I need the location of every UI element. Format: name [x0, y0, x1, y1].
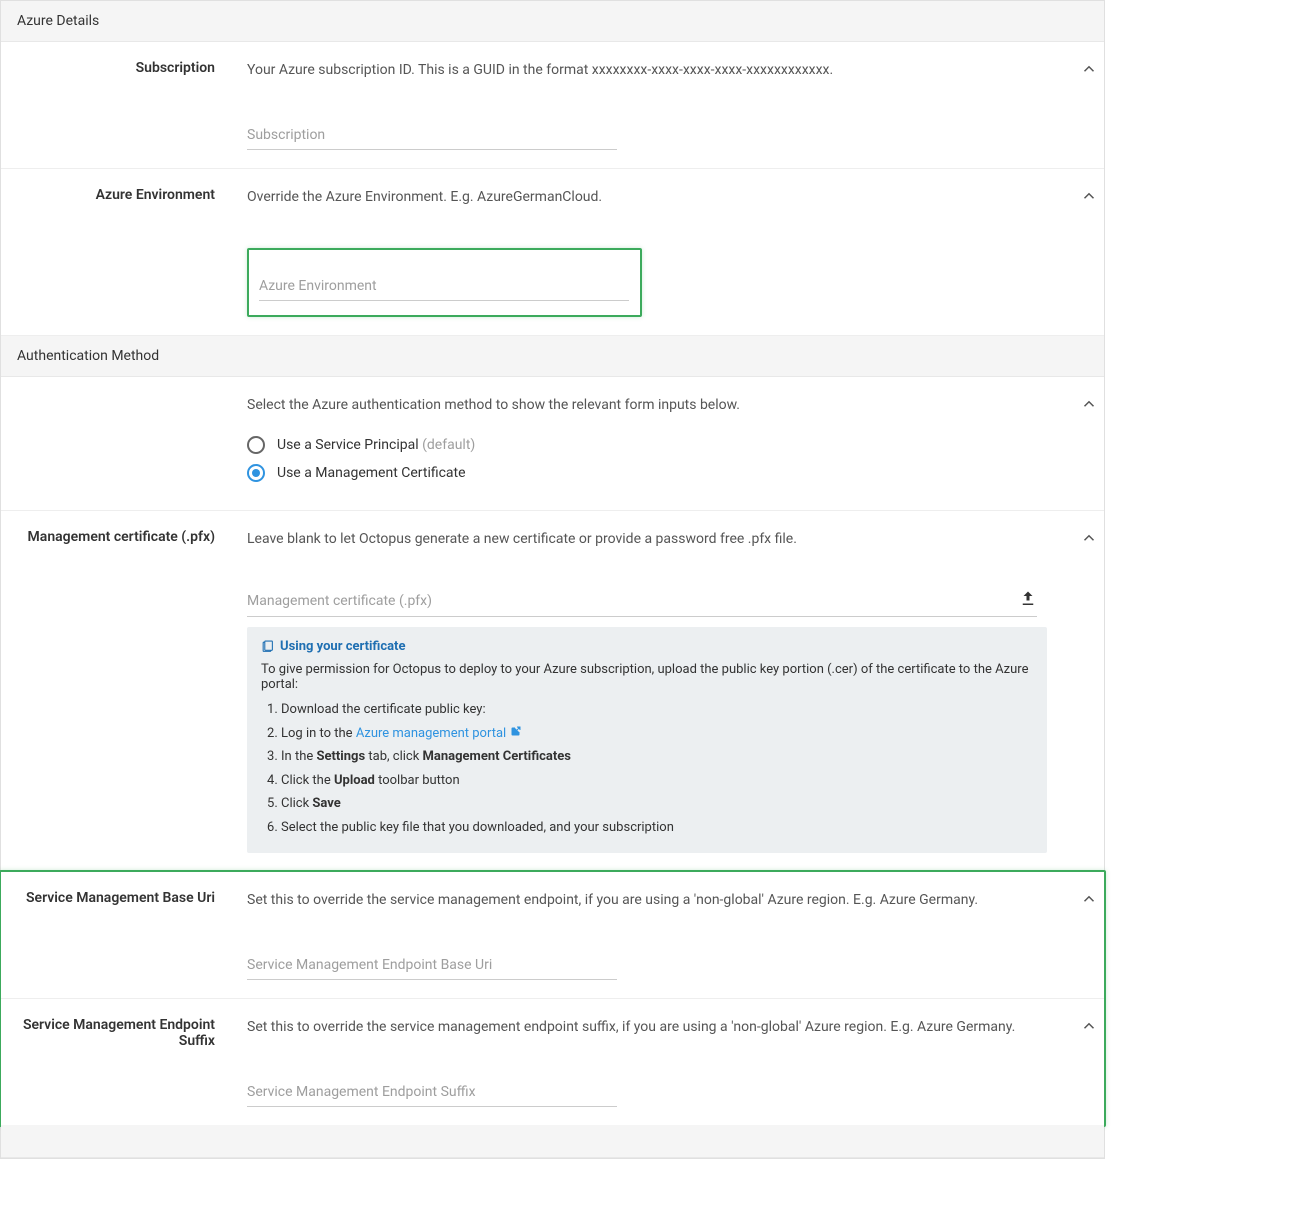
svc-base-uri-input[interactable] [247, 951, 617, 980]
radio-icon [247, 464, 265, 482]
info-intro: To give permission for Octopus to deploy… [261, 662, 1033, 692]
section-footer [1, 1125, 1104, 1158]
info-title: Using your certificate [261, 639, 1033, 654]
info-steps: Download the certificate public key: Log… [261, 700, 1033, 837]
subscription-input[interactable] [247, 121, 617, 150]
radio-label: Use a Service Principal (default) [277, 437, 475, 453]
azure-environment-input[interactable] [259, 272, 629, 301]
label-svc-suffix: Service Management Endpoint Suffix [1, 999, 231, 1125]
info-step-4: Click the Upload toolbar button [281, 771, 1033, 791]
row-svc-suffix: Service Management Endpoint Suffix Set t… [1, 999, 1104, 1125]
radio-label: Use a Management Certificate [277, 465, 466, 481]
collapse-icon[interactable] [1080, 1017, 1098, 1039]
description-auth-method: Select the Azure authentication method t… [247, 395, 1088, 416]
collapse-icon[interactable] [1080, 60, 1098, 82]
info-step-3: In the Settings tab, click Management Ce… [281, 747, 1033, 767]
collapse-icon[interactable] [1080, 395, 1098, 417]
collapse-icon[interactable] [1080, 187, 1098, 209]
info-step-2: Log in to the Azure management portal [281, 724, 1033, 744]
note-icon [261, 640, 274, 653]
label-svc-base-uri: Service Management Base Uri [1, 872, 231, 998]
row-auth-method: Select the Azure authentication method t… [1, 377, 1104, 511]
row-subscription: Subscription Your Azure subscription ID.… [1, 42, 1104, 169]
svc-suffix-input[interactable] [247, 1078, 617, 1107]
info-box-certificate: Using your certificate To give permissio… [247, 627, 1047, 853]
label-mgmt-cert: Management certificate (.pfx) [1, 511, 231, 871]
section-header-azure-details: Azure Details [1, 1, 1104, 42]
form-container: Azure Details Subscription Your Azure su… [0, 0, 1105, 1159]
azure-portal-link[interactable]: Azure management portal [356, 726, 522, 741]
collapse-icon[interactable] [1080, 529, 1098, 551]
row-mgmt-cert: Management certificate (.pfx) Leave blan… [1, 511, 1104, 872]
highlighted-azure-env [247, 248, 642, 317]
radio-management-certificate[interactable]: Use a Management Certificate [247, 464, 1088, 482]
description-mgmt-cert: Leave blank to let Octopus generate a ne… [247, 529, 1088, 550]
highlighted-service-mgmt-group: Service Management Base Uri Set this to … [0, 870, 1106, 1127]
mgmt-cert-upload-field[interactable]: Management certificate (.pfx) [247, 590, 1037, 617]
radio-service-principal[interactable]: Use a Service Principal (default) [247, 436, 1088, 454]
upload-icon[interactable] [1019, 590, 1037, 612]
row-azure-environment: Azure Environment Override the Azure Env… [1, 169, 1104, 336]
info-step-5: Click Save [281, 794, 1033, 814]
description-svc-base-uri: Set this to override the service managem… [247, 890, 1088, 911]
info-step-6: Select the public key file that you down… [281, 818, 1033, 838]
description-subscription: Your Azure subscription ID. This is a GU… [247, 60, 1088, 81]
label-subscription: Subscription [1, 42, 231, 168]
description-azure-environment: Override the Azure Environment. E.g. Azu… [247, 187, 1088, 208]
section-header-auth-method: Authentication Method [1, 336, 1104, 377]
external-link-icon [510, 724, 522, 744]
radio-icon [247, 436, 265, 454]
collapse-icon[interactable] [1080, 890, 1098, 912]
upload-placeholder: Management certificate (.pfx) [247, 593, 1019, 609]
label-azure-environment: Azure Environment [1, 169, 231, 335]
label-auth-method [1, 377, 231, 510]
info-step-1: Download the certificate public key: [281, 700, 1033, 720]
row-svc-base-uri: Service Management Base Uri Set this to … [1, 872, 1104, 999]
description-svc-suffix: Set this to override the service managem… [247, 1017, 1088, 1038]
